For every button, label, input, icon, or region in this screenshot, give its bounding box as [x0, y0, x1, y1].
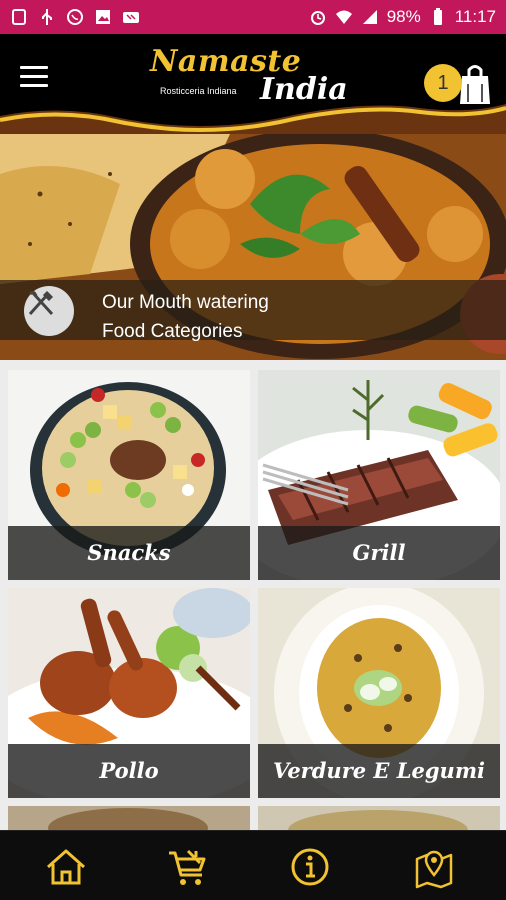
logo-india: India: [260, 72, 348, 107]
category-card-partial[interactable]: [258, 806, 500, 830]
cart-count-badge: 1: [424, 64, 462, 102]
partial-food-image: [8, 806, 250, 830]
nav-cart[interactable]: [166, 845, 210, 889]
bottom-navigation: [0, 830, 506, 900]
info-icon: [291, 848, 329, 886]
logo-subtitle: Rosticceria Indiana: [160, 86, 237, 96]
category-label: Snacks: [8, 526, 250, 580]
cart-button[interactable]: 1: [420, 60, 500, 110]
hero-line-2: Food Categories: [102, 321, 243, 342]
signal-icon: [362, 10, 377, 24]
status-right: 98% 11:17: [309, 7, 496, 27]
cart-icon: [169, 849, 206, 885]
nav-home[interactable]: [44, 845, 88, 889]
category-card-verdure-e-legumi[interactable]: Verdure E Legumi: [258, 588, 500, 798]
app-header: Namaste India Rosticceria Indiana 1: [0, 34, 506, 134]
category-label: Grill: [258, 526, 500, 580]
battery-icon: [433, 8, 442, 25]
clock: 11:17: [454, 7, 496, 26]
hamburger-line: [20, 84, 48, 87]
category-card-snacks[interactable]: Snacks: [8, 370, 250, 580]
wifi-icon: [335, 10, 352, 24]
category-card-grill[interactable]: Grill: [258, 370, 500, 580]
notification-icon: [12, 9, 26, 25]
app-logo: Namaste India Rosticceria Indiana: [150, 42, 370, 112]
partial-food-image: [258, 806, 500, 830]
nav-map[interactable]: [412, 845, 456, 889]
category-grid: Snacks Grill Pollo Verdure E Legumi: [0, 360, 506, 830]
alarm-icon: [310, 11, 325, 25]
status-bar: 98% 11:17: [0, 0, 506, 34]
map-icon: [415, 850, 453, 889]
battery-percent: 98%: [386, 7, 421, 26]
home-icon: [47, 849, 85, 885]
tv-icon: [123, 12, 139, 23]
whatsapp-icon: [67, 9, 83, 25]
menu-button[interactable]: [20, 66, 48, 88]
nav-info[interactable]: [288, 845, 332, 889]
status-left-icons: [10, 8, 140, 26]
category-card-partial[interactable]: [8, 806, 250, 830]
category-label: Pollo: [8, 744, 250, 798]
category-label: Verdure E Legumi: [258, 744, 500, 798]
usb-icon: [42, 9, 52, 25]
fork-knife-icon: [24, 286, 74, 336]
hero-line-1: Our Mouth watering: [102, 292, 269, 313]
hamburger-line: [20, 75, 48, 78]
hero-caption: Our Mouth watering Food Categories: [102, 288, 269, 346]
image-icon: [96, 10, 110, 24]
hamburger-line: [20, 66, 48, 69]
category-card-pollo[interactable]: Pollo: [8, 588, 250, 798]
hero-banner: Our Mouth watering Food Categories: [0, 134, 506, 360]
